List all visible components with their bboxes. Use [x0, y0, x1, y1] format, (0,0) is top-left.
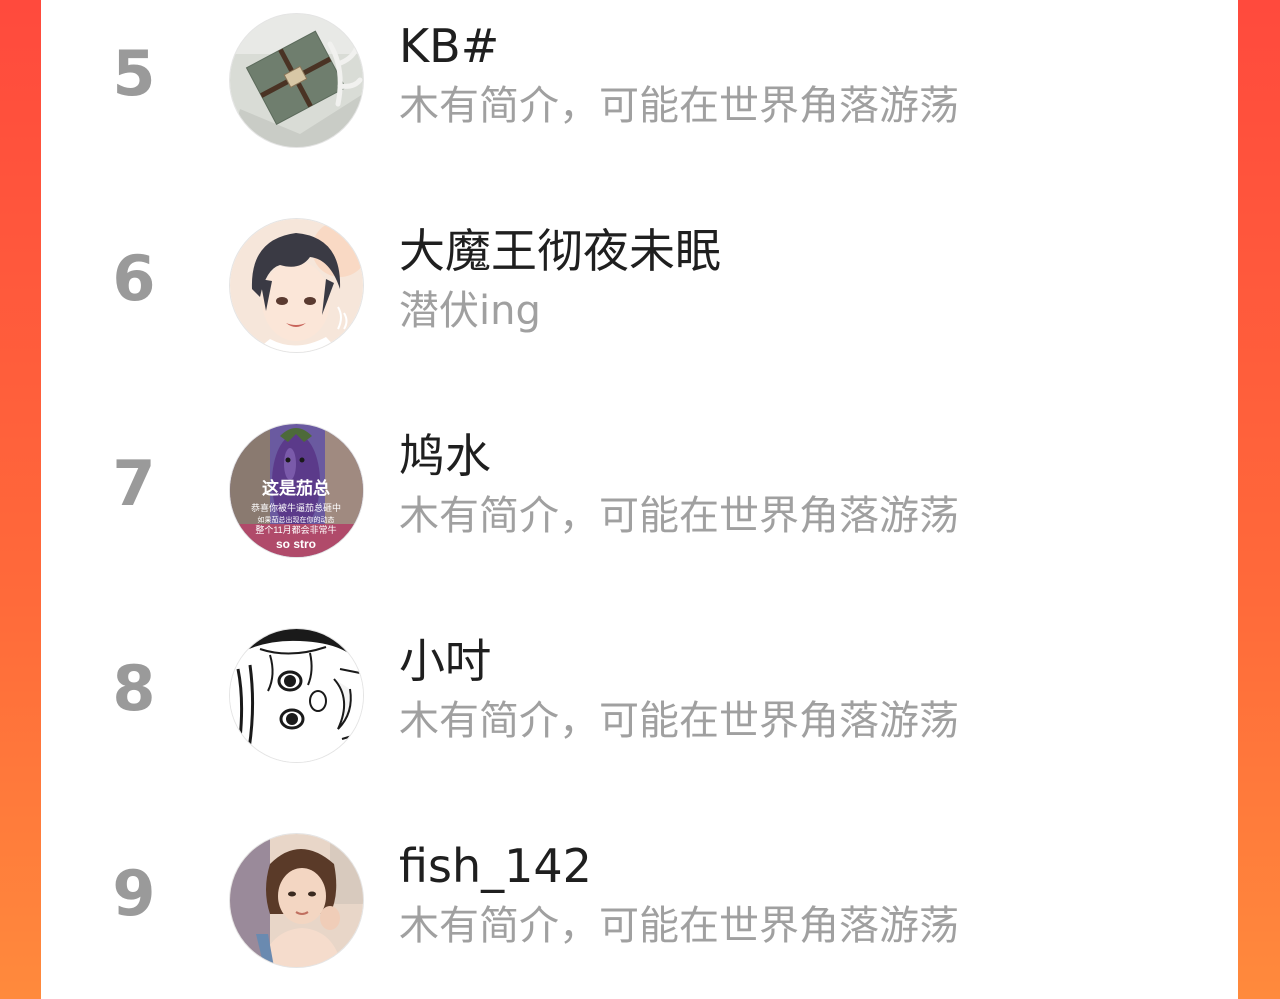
avatar[interactable]: [230, 219, 363, 352]
avatar-caption-line: 整个11月都会非常牛: [255, 524, 336, 535]
user-name: 小吋: [399, 634, 491, 688]
avatar[interactable]: 这是茄总 恭喜你被牛逼茄总砸中 如果茄总出现在你的动态 整个11月都会非常牛 s…: [230, 424, 363, 557]
leaderboard-panel: 5 KB# 木有简介，可能在世界角落游荡 6 大魔王彻夜未眠 潜伏ing 7 这…: [41, 0, 1238, 999]
rank-number: 8: [112, 652, 156, 725]
user-bio: 木有简介，可能在世界角落游荡: [399, 698, 959, 744]
list-item[interactable]: 8 小吋 木有简介，可能在世界角落游荡: [41, 615, 1238, 775]
avatar-caption-line: so stro: [276, 537, 316, 551]
user-bio: 木有简介，可能在世界角落游荡: [399, 83, 959, 129]
list-item[interactable]: 7 这是茄总 恭喜你被牛逼茄总砸中 如果茄总出现在你的动态 整个11月都会非常牛…: [41, 410, 1238, 570]
avatar[interactable]: [230, 629, 363, 762]
avatar-caption-line: 恭喜你被牛逼茄总砸中: [251, 502, 341, 513]
user-name: fish_142: [399, 839, 592, 893]
list-item[interactable]: 5 KB# 木有简介，可能在世界角落游荡: [41, 0, 1238, 160]
rank-number: 5: [112, 37, 156, 110]
user-bio: 木有简介，可能在世界角落游荡: [399, 493, 959, 539]
list-item[interactable]: 6 大魔王彻夜未眠 潜伏ing: [41, 205, 1238, 365]
avatar[interactable]: [230, 834, 363, 967]
user-bio: 潜伏ing: [399, 288, 541, 334]
list-item[interactable]: 9 fish_142 木有简介，可能在世界角落游荡: [41, 820, 1238, 980]
user-name: 大魔王彻夜未眠: [399, 224, 721, 278]
user-bio: 木有简介，可能在世界角落游荡: [399, 903, 959, 949]
manga-girl-avatar-image: [230, 629, 363, 762]
anime-boy-avatar-image: [230, 219, 363, 352]
eggplant-avatar-image: 这是茄总 恭喜你被牛逼茄总砸中 如果茄总出现在你的动态 整个11月都会非常牛 s…: [230, 424, 363, 557]
user-name: KB#: [399, 19, 500, 73]
user-name: 鸠水: [399, 429, 491, 483]
avatar[interactable]: [230, 14, 363, 147]
avatar-caption-line: 如果茄总出现在你的动态: [258, 515, 335, 524]
avatar-caption: 这是茄总: [262, 478, 330, 498]
gift-box-avatar-image: [230, 14, 363, 147]
selfie-avatar-image: [230, 834, 363, 967]
rank-number: 7: [112, 447, 156, 520]
rank-number: 9: [112, 857, 156, 930]
rank-number: 6: [112, 242, 156, 315]
